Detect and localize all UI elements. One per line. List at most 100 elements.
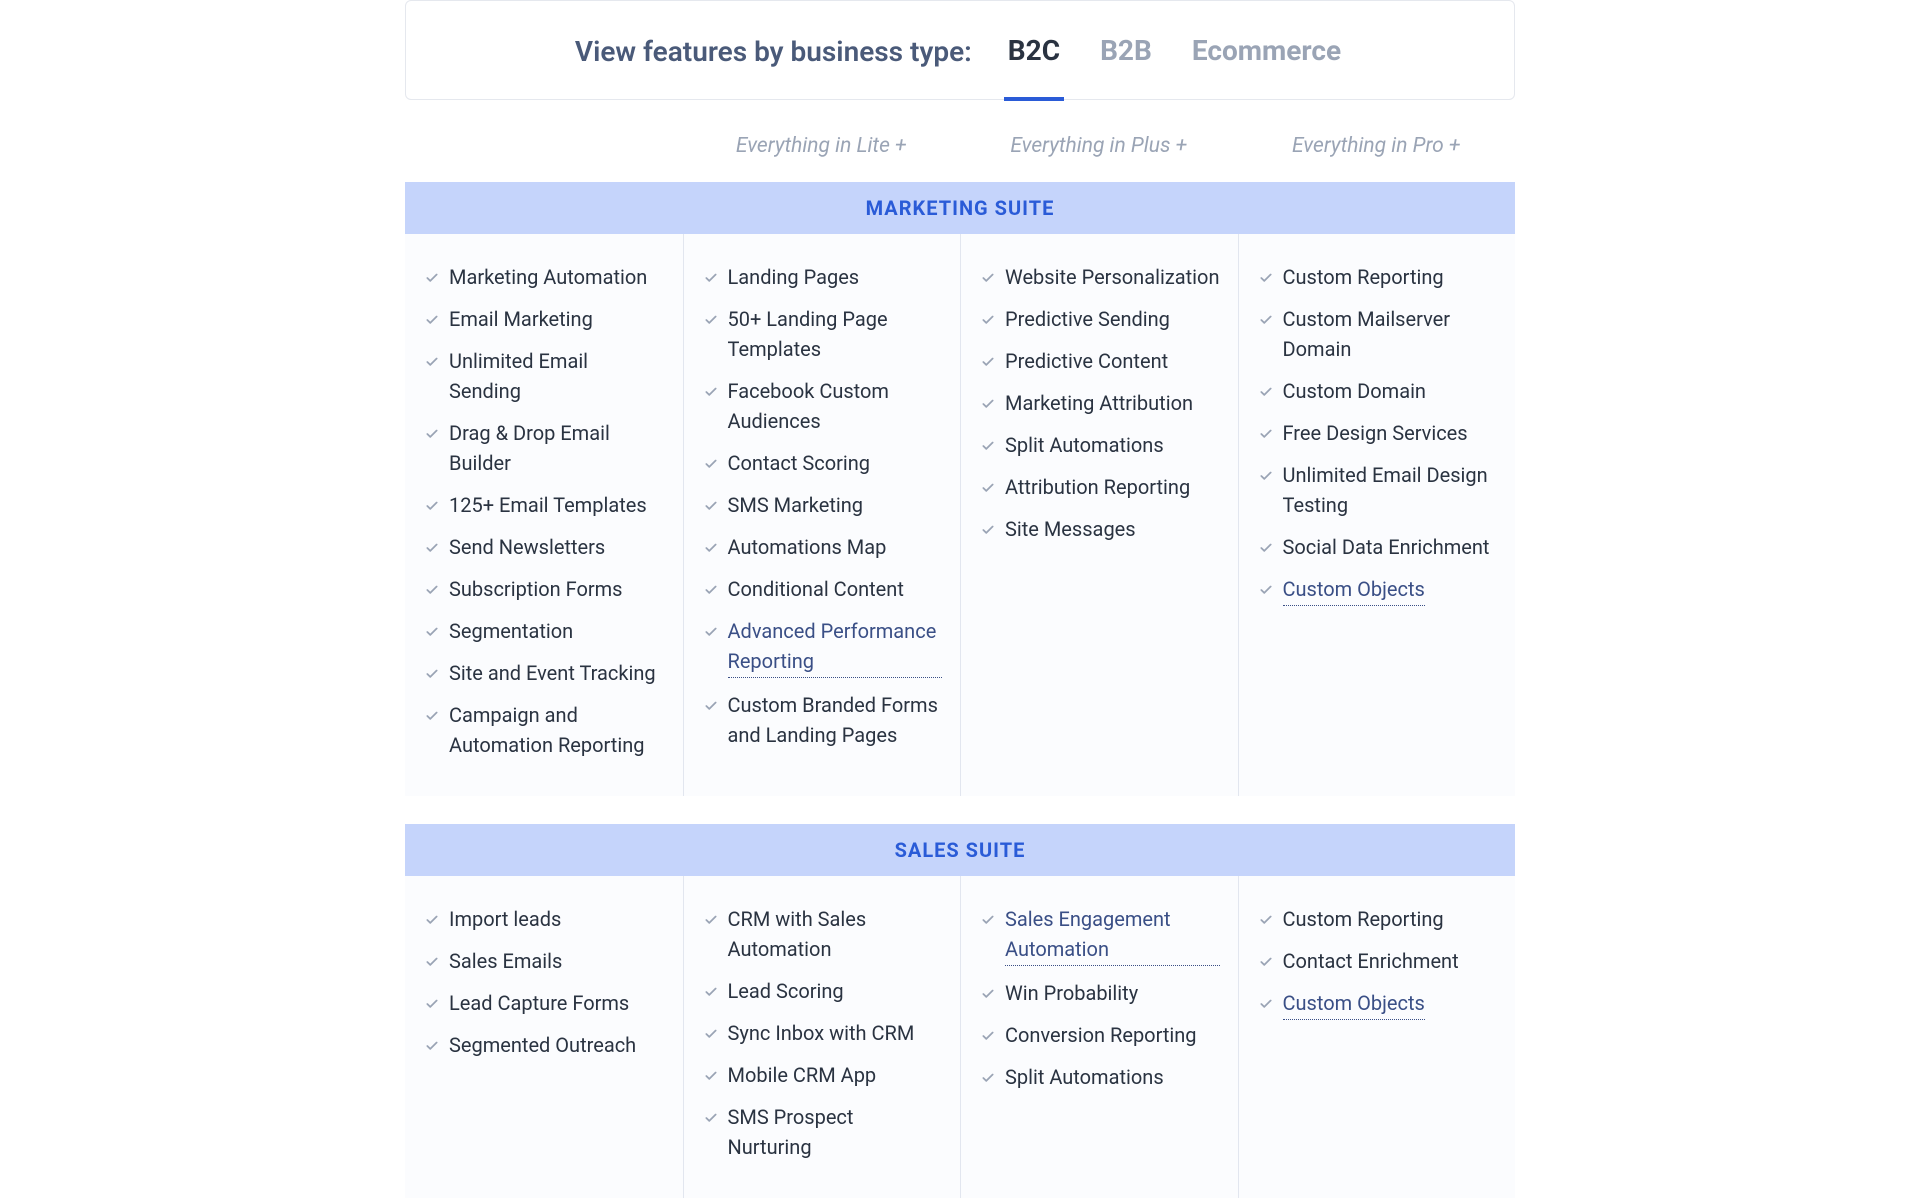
feature-label: Conversion Reporting — [1005, 1020, 1197, 1050]
feature-item: Send Newsletters — [423, 528, 665, 570]
check-icon — [423, 950, 441, 974]
feature-item: Contact Scoring — [702, 444, 943, 486]
feature-item: Custom Reporting — [1257, 900, 1498, 942]
check-icon — [423, 266, 441, 290]
feature-item: Conditional Content — [702, 570, 943, 612]
feature-item: Lead Scoring — [702, 972, 943, 1014]
check-icon — [1257, 422, 1275, 446]
feature-item: Custom Objects — [1257, 570, 1498, 614]
feature-label: Custom Branded Forms and Landing Pages — [728, 690, 943, 750]
feature-item: Website Personalization — [979, 258, 1220, 300]
business-type-tabs-card: View features by business type: B2C B2B … — [405, 0, 1515, 100]
check-icon — [979, 518, 997, 542]
check-icon — [423, 350, 441, 374]
feature-item: Custom Objects — [1257, 984, 1498, 1028]
feature-label: Segmented Outreach — [449, 1030, 636, 1060]
feature-label: Custom Mailserver Domain — [1283, 304, 1498, 364]
check-icon — [1257, 308, 1275, 332]
feature-item: Facebook Custom Audiences — [702, 372, 943, 444]
feature-label: Send Newsletters — [449, 532, 605, 562]
pricing-features-container: View features by business type: B2C B2B … — [405, 0, 1515, 1198]
sales-features-grid: Import leads Sales Emails Lead Capture For… — [405, 876, 1515, 1198]
feature-item: SMS Marketing — [702, 486, 943, 528]
feature-label: Split Automations — [1005, 1062, 1164, 1092]
tier-label-plus: Everything in Lite + — [683, 134, 961, 158]
feature-item: Conversion Reporting — [979, 1016, 1220, 1058]
feature-item: 50+ Landing Page Templates — [702, 300, 943, 372]
check-icon — [423, 908, 441, 932]
tab-b2b[interactable]: B2B — [1096, 2, 1156, 101]
feature-label: Contact Enrichment — [1283, 946, 1459, 976]
feature-item: Custom Branded Forms and Landing Pages — [702, 686, 943, 758]
feature-label: Subscription Forms — [449, 574, 623, 604]
tab-b2c[interactable]: B2C — [1004, 2, 1064, 101]
feature-item: Site Messages — [979, 510, 1220, 552]
feature-item: Automations Map — [702, 528, 943, 570]
check-icon — [702, 1064, 720, 1088]
feature-item: Contact Enrichment — [1257, 942, 1498, 984]
feature-item: Custom Mailserver Domain — [1257, 300, 1498, 372]
feature-link[interactable]: Custom Objects — [1283, 574, 1425, 606]
check-icon — [1257, 464, 1275, 488]
feature-item: Sales Emails — [423, 942, 665, 984]
feature-item: Site and Event Tracking — [423, 654, 665, 696]
feature-label: Drag & Drop Email Builder — [449, 418, 665, 478]
feature-item: Unlimited Email Sending — [423, 342, 665, 414]
feature-item: Sync Inbox with CRM — [702, 1014, 943, 1056]
check-icon — [423, 1034, 441, 1058]
feature-item: Custom Reporting — [1257, 258, 1498, 300]
marketing-features-grid: Marketing Automation Email Marketing Unlim… — [405, 234, 1515, 796]
feature-label: SMS Prospect Nurturing — [728, 1102, 943, 1162]
check-icon — [702, 266, 720, 290]
tier-label-enterprise: Everything in Pro + — [1238, 134, 1516, 158]
feature-label: Site Messages — [1005, 514, 1136, 544]
check-icon — [1257, 380, 1275, 404]
check-icon — [423, 422, 441, 446]
check-icon — [979, 1024, 997, 1048]
feature-item: Email Marketing — [423, 300, 665, 342]
feature-label: Email Marketing — [449, 304, 593, 334]
feature-label: CRM with Sales Automation — [728, 904, 943, 964]
feature-label: Lead Capture Forms — [449, 988, 629, 1018]
check-icon — [423, 536, 441, 560]
feature-label: 125+ Email Templates — [449, 490, 647, 520]
check-icon — [979, 434, 997, 458]
check-icon — [1257, 992, 1275, 1016]
check-icon — [702, 694, 720, 718]
feature-label: Conditional Content — [728, 574, 904, 604]
feature-label: Social Data Enrichment — [1283, 532, 1490, 562]
tab-ecommerce[interactable]: Ecommerce — [1188, 2, 1345, 101]
feature-link[interactable]: Advanced Performance Reporting — [728, 616, 943, 678]
check-icon — [979, 476, 997, 500]
check-icon — [423, 308, 441, 332]
check-icon — [702, 980, 720, 1004]
check-icon — [423, 992, 441, 1016]
feature-item: Advanced Performance Reporting — [702, 612, 943, 686]
check-icon — [423, 704, 441, 728]
tier-label-pro: Everything in Plus + — [960, 134, 1238, 158]
sales-suite-header: SALES SUITE — [405, 824, 1515, 876]
feature-label: Facebook Custom Audiences — [728, 376, 943, 436]
feature-label: Attribution Reporting — [1005, 472, 1190, 502]
tier-labels-row: Everything in Lite + Everything in Plus … — [405, 110, 1515, 182]
feature-item: Sales Engagement Automation — [979, 900, 1220, 974]
feature-label: Custom Reporting — [1283, 904, 1444, 934]
check-icon — [702, 494, 720, 518]
feature-item: Win Probability — [979, 974, 1220, 1016]
feature-item: Import leads — [423, 900, 665, 942]
feature-label: Website Personalization — [1005, 262, 1219, 292]
feature-link[interactable]: Sales Engagement Automation — [1005, 904, 1220, 966]
tier-label-lite — [405, 134, 683, 158]
check-icon — [1257, 908, 1275, 932]
check-icon — [979, 308, 997, 332]
feature-label: Import leads — [449, 904, 561, 934]
feature-label: Free Design Services — [1283, 418, 1468, 448]
feature-label: Mobile CRM App — [728, 1060, 877, 1090]
feature-link[interactable]: Custom Objects — [1283, 988, 1425, 1020]
feature-label: Sync Inbox with CRM — [728, 1018, 915, 1048]
feature-item: Social Data Enrichment — [1257, 528, 1498, 570]
check-icon — [702, 536, 720, 560]
marketing-suite-header: MARKETING SUITE — [405, 182, 1515, 234]
feature-item: Marketing Automation — [423, 258, 665, 300]
feature-item: 125+ Email Templates — [423, 486, 665, 528]
